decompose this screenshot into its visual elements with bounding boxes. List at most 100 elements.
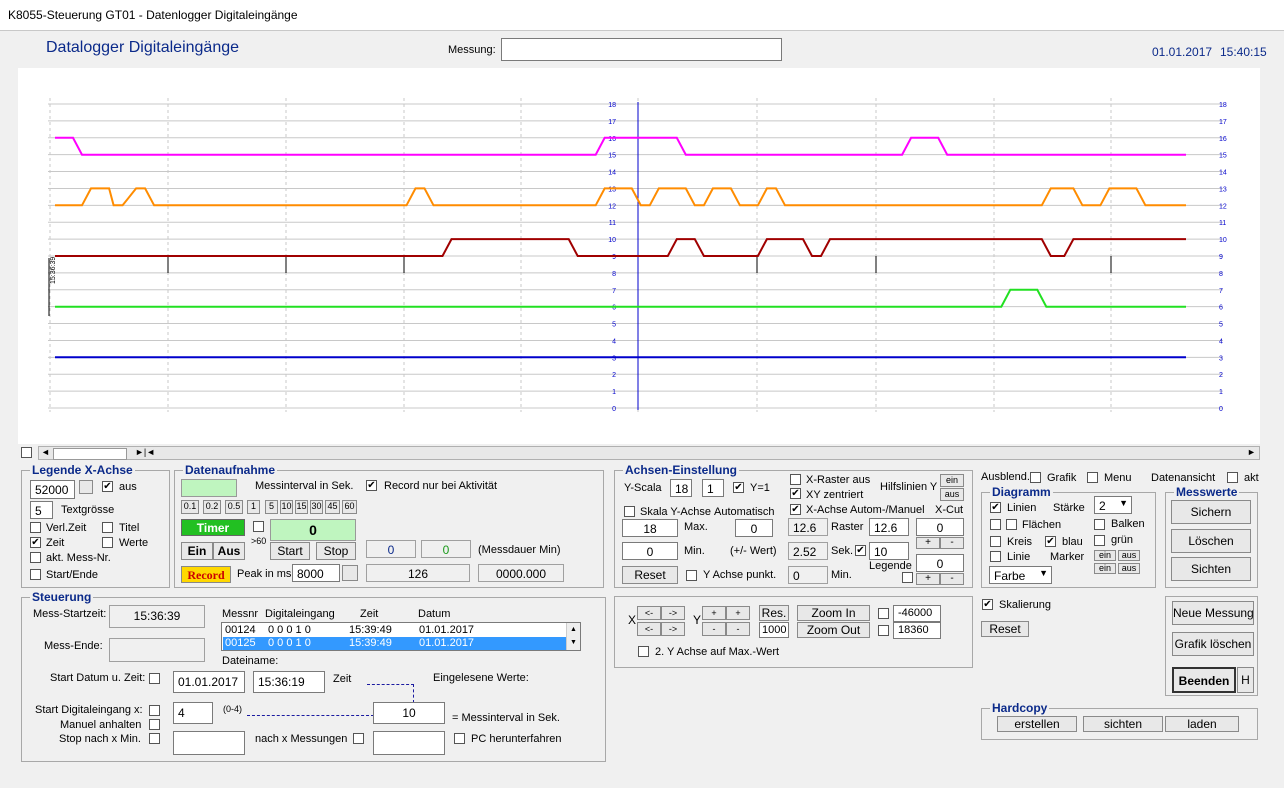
zoom-in-button[interactable]: Zoom In bbox=[797, 605, 870, 621]
zoom-val1-checkbox[interactable] bbox=[878, 608, 889, 619]
verlzeit-checkbox[interactable] bbox=[30, 522, 41, 533]
messwerte-loeschen-button[interactable]: Löschen bbox=[1171, 529, 1251, 553]
legende-checkbox[interactable] bbox=[902, 572, 913, 583]
second-y-checkbox[interactable] bbox=[638, 646, 649, 657]
zoom-val2-checkbox[interactable] bbox=[878, 625, 889, 636]
zoom-val2-input[interactable]: 18360 bbox=[893, 622, 941, 639]
werte-checkbox[interactable] bbox=[102, 537, 113, 548]
scroll-right-icon[interactable]: ► bbox=[1247, 447, 1256, 457]
hilfslinien-aus-button[interactable]: aus bbox=[940, 488, 964, 501]
skalierung-checkbox[interactable]: ✔ bbox=[982, 599, 993, 610]
xachse-checkbox[interactable]: ✔ bbox=[790, 504, 801, 515]
sek-checkbox[interactable]: ✔ bbox=[855, 545, 866, 556]
nach-x-checkbox[interactable] bbox=[353, 733, 364, 744]
ein-button[interactable]: Ein bbox=[181, 542, 213, 560]
y-minus-button[interactable]: - bbox=[702, 622, 726, 636]
legende-input[interactable]: 0 bbox=[916, 554, 964, 572]
balken-checkbox[interactable] bbox=[1094, 519, 1105, 530]
interval-15-button[interactable]: 15 bbox=[295, 500, 308, 514]
horizontal-scrollbar[interactable]: ◄ ►|◄ ► bbox=[38, 446, 1260, 460]
y-plus2-button[interactable]: + bbox=[726, 606, 750, 620]
marker-ein1-button[interactable]: ein bbox=[1094, 550, 1116, 561]
table-row-selected[interactable]: 00125 0 0 0 1 0 15:39:49 01.01.2017 bbox=[223, 637, 567, 650]
list-scrollbar[interactable]: ▲ ▼ bbox=[566, 623, 580, 650]
staerke-select[interactable]: 2 ▼ bbox=[1094, 496, 1132, 514]
pc-runter-checkbox[interactable] bbox=[454, 733, 465, 744]
legende-value-input[interactable]: 52000 bbox=[30, 480, 75, 499]
legende-plus-button[interactable]: + bbox=[916, 573, 940, 585]
marker-ein2-button[interactable]: ein bbox=[1094, 563, 1116, 574]
interval-0.5-button[interactable]: 0.5 bbox=[225, 500, 243, 514]
x-right2-button[interactable]: -> bbox=[661, 622, 685, 636]
interval-45-button[interactable]: 45 bbox=[325, 500, 340, 514]
xcut-minus-button[interactable]: - bbox=[940, 537, 964, 549]
manuel-checkbox[interactable] bbox=[149, 719, 160, 730]
aus-button[interactable]: Aus bbox=[213, 542, 245, 560]
scroll-mid-icon[interactable]: ►|◄ bbox=[135, 447, 155, 457]
min-input[interactable]: 0 bbox=[622, 542, 678, 560]
blau-checkbox[interactable]: ✔ bbox=[1045, 536, 1056, 547]
x-right-button[interactable]: -> bbox=[661, 606, 685, 620]
messwerte-sichten-button[interactable]: Sichten bbox=[1171, 557, 1251, 581]
textgroesse-input[interactable]: 5 bbox=[30, 501, 53, 519]
scroll-checkbox[interactable] bbox=[21, 447, 32, 458]
scroll-left-icon[interactable]: ◄ bbox=[41, 447, 50, 457]
y-plus-button[interactable]: + bbox=[702, 606, 726, 620]
xraster-checkbox[interactable] bbox=[790, 474, 801, 485]
zoom-out-button[interactable]: Zoom Out bbox=[797, 622, 870, 638]
messung-input[interactable] bbox=[501, 38, 782, 61]
flaechen-checkbox1[interactable] bbox=[990, 519, 1001, 530]
achsen-reset-button[interactable]: Reset bbox=[622, 566, 678, 584]
farbe-select[interactable]: Farbe ▼ bbox=[989, 566, 1052, 584]
titel-checkbox[interactable] bbox=[102, 522, 113, 533]
start-datum-input[interactable]: 01.01.2017 bbox=[173, 671, 245, 693]
interval-0.1-button[interactable]: 0.1 bbox=[181, 500, 199, 514]
zoom-val1-input[interactable]: -46000 bbox=[893, 605, 941, 622]
stop-button[interactable]: Stop bbox=[316, 542, 356, 560]
hardcopy-laden-button[interactable]: laden bbox=[1165, 716, 1239, 732]
grafik-loeschen-button[interactable]: Grafik löschen bbox=[1172, 632, 1254, 656]
xcut-input[interactable]: 0 bbox=[916, 518, 964, 536]
start-button[interactable]: Start bbox=[270, 542, 310, 560]
hardcopy-erstellen-button[interactable]: erstellen bbox=[997, 716, 1077, 732]
skalierung-reset-button[interactable]: Reset bbox=[981, 621, 1029, 637]
sek-input[interactable]: 10 bbox=[869, 542, 909, 560]
xcut-plus-button[interactable]: + bbox=[916, 537, 940, 549]
legende-aus-checkbox[interactable]: ✔ bbox=[102, 481, 113, 492]
start-datum-checkbox[interactable] bbox=[149, 673, 160, 684]
stop-nach-checkbox[interactable] bbox=[149, 733, 160, 744]
h-button[interactable]: H bbox=[1237, 667, 1254, 693]
start-zeit-input[interactable]: 15:36:19 bbox=[253, 671, 325, 693]
res-input[interactable]: 1000 bbox=[759, 622, 789, 638]
start-dig-checkbox[interactable] bbox=[149, 705, 160, 716]
mess-interval-input[interactable]: 10 bbox=[373, 702, 445, 724]
peak-input[interactable]: 8000 bbox=[292, 564, 340, 582]
neue-messung-button[interactable]: Neue Messung bbox=[1172, 601, 1254, 625]
y-minus2-button[interactable]: - bbox=[726, 622, 750, 636]
beenden-button[interactable]: Beenden bbox=[1172, 667, 1236, 693]
linie-checkbox[interactable] bbox=[990, 551, 1001, 562]
gruen-checkbox[interactable] bbox=[1094, 535, 1105, 546]
legende-spin-button[interactable] bbox=[79, 480, 93, 494]
skala-y-checkbox[interactable] bbox=[624, 506, 635, 517]
linien-checkbox[interactable]: ✔ bbox=[990, 502, 1001, 513]
stop-nach-input[interactable] bbox=[173, 731, 245, 755]
marker-aus2-button[interactable]: aus bbox=[1118, 563, 1140, 574]
y1-checkbox[interactable]: ✔ bbox=[733, 482, 744, 493]
interval-10-button[interactable]: 10 bbox=[280, 500, 293, 514]
auto-input[interactable]: 0 bbox=[735, 519, 773, 537]
flaechen-checkbox2[interactable] bbox=[1006, 519, 1017, 530]
x-left2-button[interactable]: <- bbox=[637, 622, 661, 636]
peak-spin-button[interactable] bbox=[342, 565, 358, 581]
nach-x-input[interactable] bbox=[373, 731, 445, 755]
raster-input[interactable]: 12.6 bbox=[869, 518, 909, 536]
yscala-input2[interactable]: 1 bbox=[702, 479, 724, 497]
yscala-input[interactable]: 18 bbox=[670, 479, 692, 497]
scroll-thumb[interactable] bbox=[53, 448, 127, 460]
ausblend-grafik-checkbox[interactable] bbox=[1030, 472, 1041, 483]
legende-minus-button[interactable]: - bbox=[940, 573, 964, 585]
sichern-button[interactable]: Sichern bbox=[1171, 500, 1251, 524]
datenansicht-checkbox[interactable] bbox=[1227, 472, 1238, 483]
gt60-checkbox[interactable] bbox=[253, 521, 264, 532]
zeit-checkbox[interactable]: ✔ bbox=[30, 537, 41, 548]
